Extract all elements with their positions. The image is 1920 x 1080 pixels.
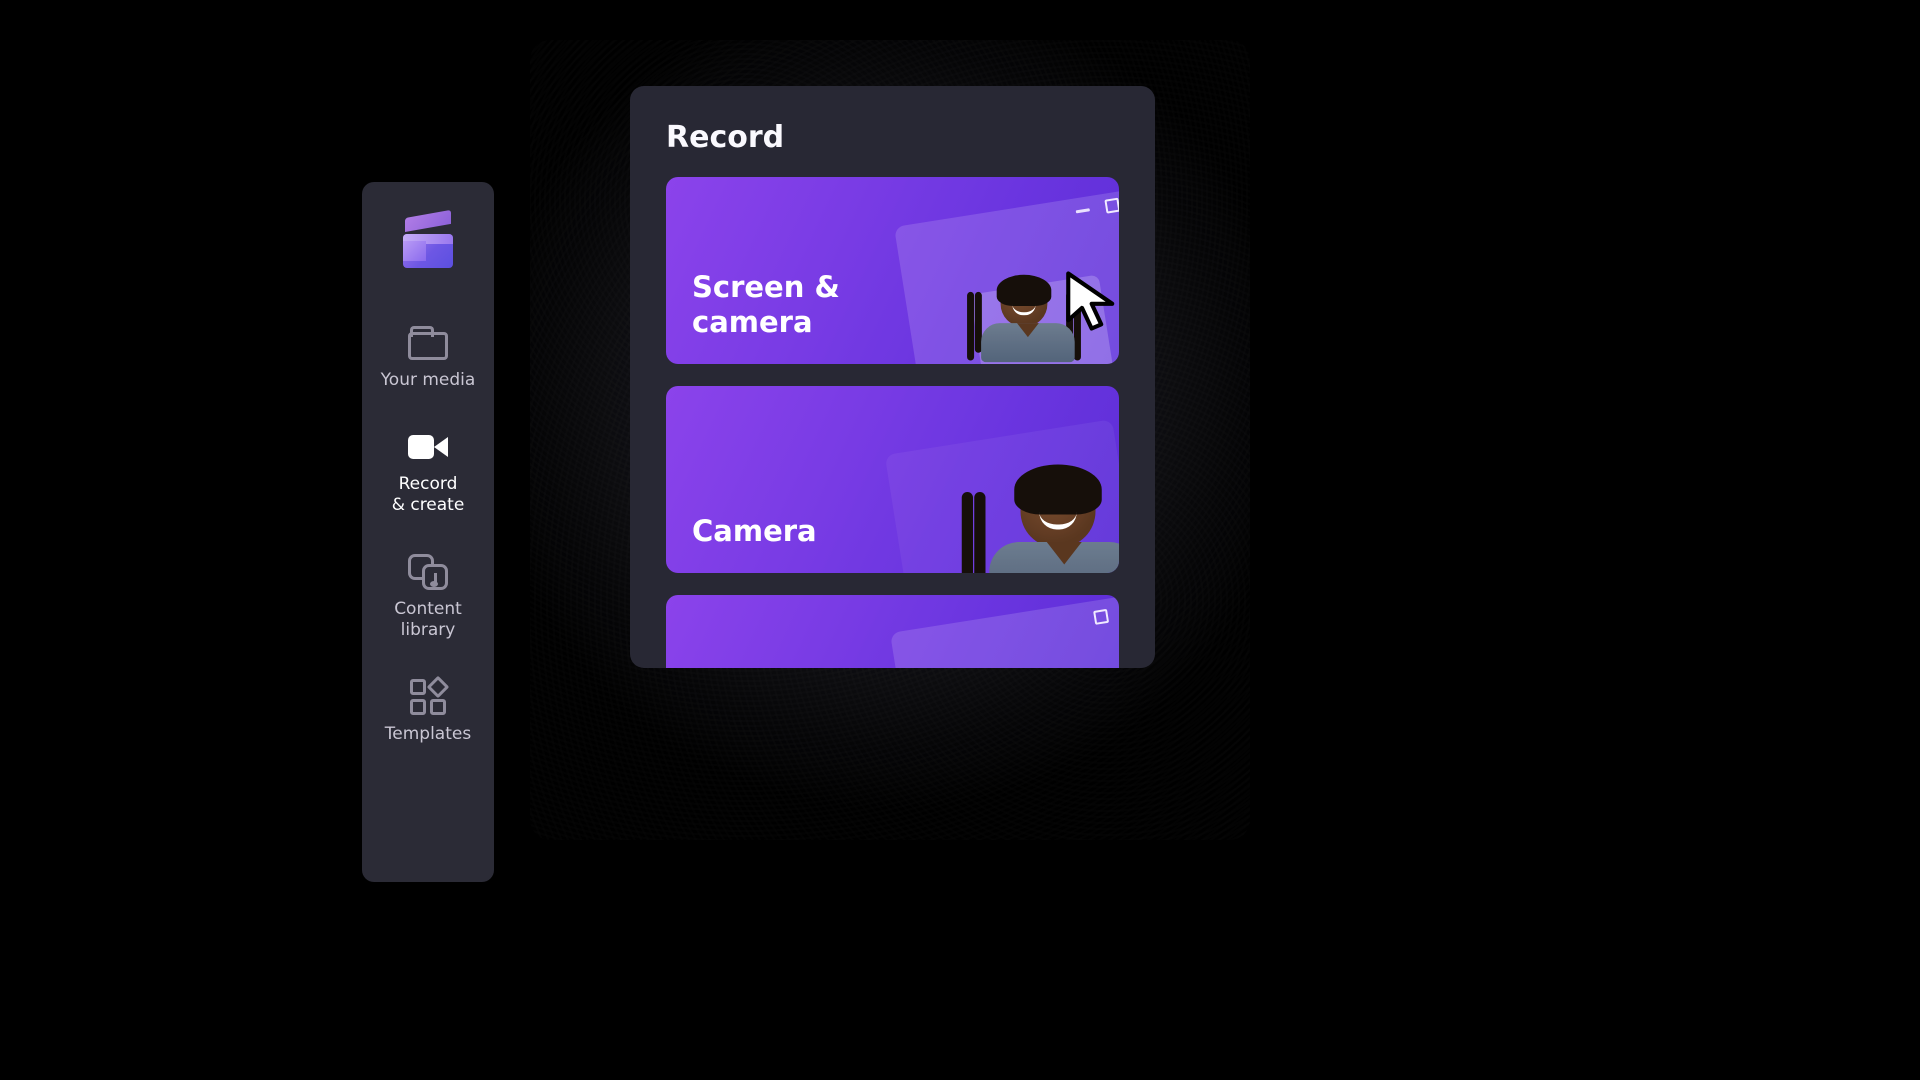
- sidebar-item-label: Record & create: [392, 474, 465, 515]
- panel-title: Record: [666, 120, 1119, 155]
- clapperboard-logo-icon: [401, 218, 455, 272]
- sidebar-item-label: Your media: [381, 370, 476, 390]
- record-option-screen-and-camera[interactable]: Screen & camera: [666, 177, 1119, 364]
- record-panel: Record Screen & camera: [630, 86, 1155, 668]
- window-graphic: [890, 596, 1119, 668]
- video-camera-icon: [408, 428, 448, 466]
- sidebar-item-label: Templates: [385, 724, 471, 744]
- templates-icon: [408, 678, 448, 716]
- record-option-camera[interactable]: Camera: [666, 386, 1119, 573]
- sidebar-item-record-create[interactable]: Record & create: [362, 408, 494, 533]
- record-option-label: Screen & camera: [692, 270, 840, 340]
- record-panel-halo: Record Screen & camera: [530, 40, 1250, 840]
- folder-icon: [408, 324, 448, 362]
- sidebar-item-content-library[interactable]: Content library: [362, 533, 494, 658]
- content-library-icon: [408, 553, 448, 591]
- window-graphic: [885, 419, 1119, 573]
- record-option-label: Camera: [692, 514, 817, 549]
- sidebar-item-label: Content library: [394, 599, 462, 640]
- record-option-screen[interactable]: [666, 595, 1119, 668]
- sidebar-item-logo[interactable]: [362, 182, 494, 304]
- sidebar-item-your-media[interactable]: Your media: [362, 304, 494, 408]
- sidebar-item-templates[interactable]: Templates: [362, 658, 494, 762]
- sidebar: Your media Record & create Content libra…: [362, 182, 494, 882]
